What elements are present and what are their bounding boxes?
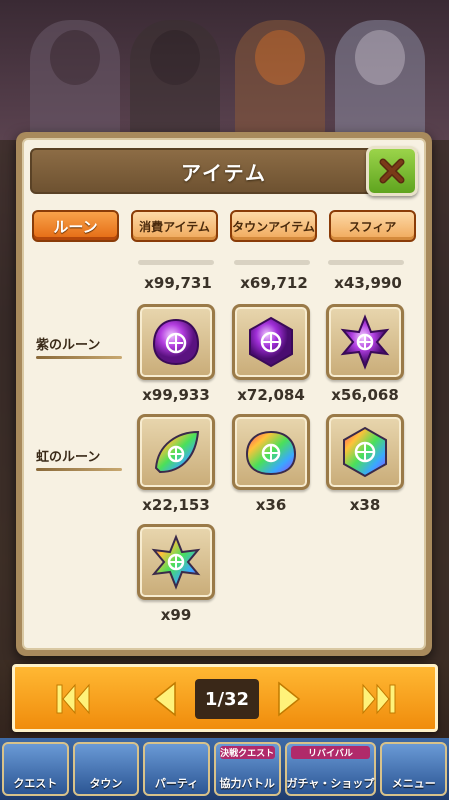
pager: 1/32 bbox=[12, 664, 438, 732]
close-icon bbox=[379, 158, 405, 184]
row-label-purple-rune: 紫のルーン bbox=[36, 334, 132, 359]
item-count: x99,933 bbox=[142, 386, 210, 404]
item-slot[interactable] bbox=[137, 414, 215, 490]
scroll-edge bbox=[328, 260, 404, 265]
rainbow-rune-hexagon-icon bbox=[343, 426, 387, 478]
nav-label: 協力バトル bbox=[219, 777, 275, 790]
close-button[interactable] bbox=[366, 146, 418, 196]
chevron-left-icon bbox=[153, 681, 176, 717]
page-indicator: 1/32 bbox=[195, 679, 259, 719]
tab-town-item[interactable]: タウンアイテム bbox=[230, 210, 317, 242]
next-page-button[interactable] bbox=[269, 679, 309, 719]
purple-rune-drop-icon bbox=[152, 318, 200, 366]
item-count: x69,712 bbox=[240, 274, 308, 292]
purple-rune-hexagon-icon bbox=[249, 316, 293, 368]
double-chevron-left-icon bbox=[56, 683, 90, 715]
item-slot[interactable] bbox=[326, 414, 404, 490]
bottom-navigation: クエスト タウン パーティ 決戦クエスト 協力バトル リバイバル ガチャ・ショップ … bbox=[0, 738, 449, 800]
nav-quest[interactable]: クエスト bbox=[2, 742, 69, 796]
item-count: x99 bbox=[160, 606, 192, 624]
character-portrait bbox=[30, 20, 120, 140]
nav-menu[interactable]: メニュー bbox=[380, 742, 448, 796]
scroll-edge bbox=[234, 260, 310, 265]
previous-page-button[interactable] bbox=[145, 679, 185, 719]
item-slot[interactable] bbox=[137, 524, 215, 600]
nav-party[interactable]: パーティ bbox=[143, 742, 210, 796]
tab-consumable[interactable]: 消費アイテム bbox=[131, 210, 218, 242]
nav-town[interactable]: タウン bbox=[72, 742, 140, 796]
scroll-edge bbox=[138, 260, 214, 265]
tab-label: タウンアイテム bbox=[232, 219, 315, 234]
item-slot[interactable] bbox=[137, 304, 215, 380]
nav-label: ガチャ・ショップ bbox=[286, 777, 375, 790]
character-portrait bbox=[130, 20, 220, 140]
last-page-button[interactable] bbox=[359, 679, 399, 719]
tab-label: ルーン bbox=[53, 217, 98, 236]
title-bar: アイテム bbox=[30, 146, 418, 196]
nav-ribbon: リバイバル bbox=[290, 746, 371, 759]
item-count: x36 bbox=[255, 496, 287, 514]
background-characters bbox=[0, 0, 449, 140]
tab-label: 消費アイテム bbox=[139, 219, 210, 234]
character-portrait bbox=[235, 20, 325, 140]
item-count: x43,990 bbox=[334, 274, 402, 292]
purple-rune-star-icon bbox=[340, 314, 390, 370]
character-portrait bbox=[335, 20, 425, 140]
rainbow-rune-star-icon bbox=[151, 534, 201, 590]
chevron-right-icon bbox=[278, 681, 301, 717]
row-label-rainbow-rune: 虹のルーン bbox=[36, 446, 132, 471]
tab-label: スフィア bbox=[348, 219, 397, 234]
item-count: x72,084 bbox=[237, 386, 305, 404]
nav-label: クエスト bbox=[13, 777, 58, 790]
page-title: アイテム bbox=[181, 160, 267, 185]
item-grid: x99,731 x69,712 x43,990 紫のルーン x99,933 x7… bbox=[24, 260, 424, 648]
item-count: x22,153 bbox=[142, 496, 210, 514]
nav-label: メニュー bbox=[391, 777, 436, 790]
item-count: x99,731 bbox=[144, 274, 212, 292]
first-page-button[interactable] bbox=[53, 679, 93, 719]
item-slot[interactable] bbox=[326, 304, 404, 380]
nav-label: パーティ bbox=[154, 777, 199, 790]
item-count: x38 bbox=[349, 496, 381, 514]
nav-ribbon: 決戦クエスト bbox=[219, 746, 275, 759]
item-modal: アイテム ルーン 消費アイテム タウンアイテム スフィア x99,731 x69… bbox=[16, 132, 432, 656]
item-modal-body: アイテム ルーン 消費アイテム タウンアイテム スフィア x99,731 x69… bbox=[22, 138, 426, 650]
item-slot[interactable] bbox=[232, 414, 310, 490]
rainbow-rune-leaf-icon bbox=[154, 430, 200, 474]
tab-bar: ルーン 消費アイテム タウンアイテム スフィア bbox=[32, 210, 416, 244]
tab-sphere[interactable]: スフィア bbox=[329, 210, 416, 242]
tab-rune[interactable]: ルーン bbox=[32, 210, 119, 242]
nav-label: タウン bbox=[89, 777, 123, 790]
nav-coop-battle[interactable]: 決戦クエスト 協力バトル bbox=[213, 742, 281, 796]
item-count: x56,068 bbox=[331, 386, 399, 404]
double-chevron-right-icon bbox=[362, 683, 396, 715]
nav-gacha-shop[interactable]: リバイバルガチャ・ショップ bbox=[284, 742, 377, 796]
item-slot[interactable] bbox=[232, 304, 310, 380]
rainbow-rune-drop-icon bbox=[245, 430, 297, 476]
